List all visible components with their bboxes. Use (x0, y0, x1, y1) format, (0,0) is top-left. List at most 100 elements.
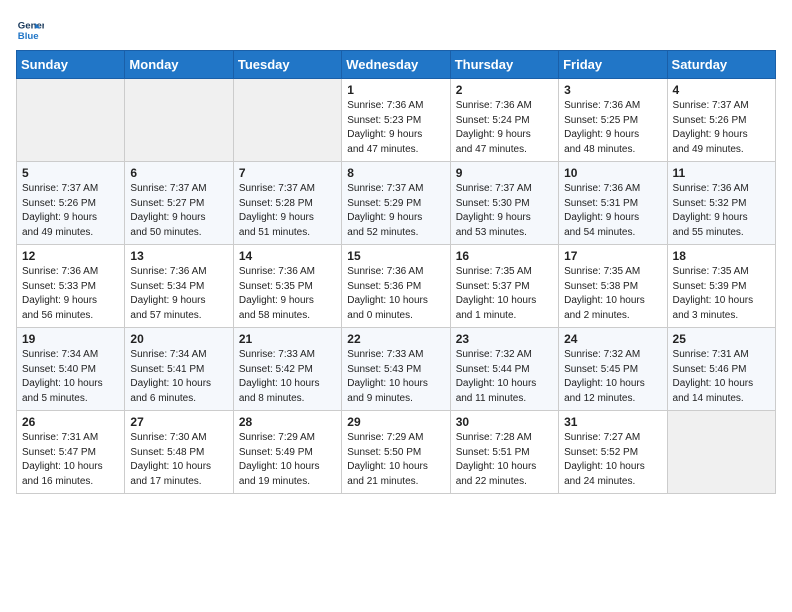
calendar-cell: 1 Sunrise: 7:36 AM Sunset: 5:23 PM Daylig… (342, 79, 450, 162)
calendar-cell: 10 Sunrise: 7:36 AM Sunset: 5:31 PM Dayli… (559, 162, 667, 245)
day-number: 28 (239, 415, 336, 429)
calendar-cell: 23 Sunrise: 7:32 AM Sunset: 5:44 PM Dayli… (450, 328, 558, 411)
day-info: Sunrise: 7:32 AM Sunset: 5:45 PM Dayligh… (564, 348, 661, 406)
weekday-header-saturday: Saturday (667, 51, 775, 79)
page-container: General Blue SundayMondayTuesdayWednesda… (0, 0, 792, 502)
weekday-header-thursday: Thursday (450, 51, 558, 79)
calendar-cell: 11Sunrise: 7:36 AM Sunset: 5:32 PM Dayli… (667, 162, 775, 245)
week-row-4: 19 Sunrise: 7:34 AM Sunset: 5:40 PM Dayli… (17, 328, 776, 411)
day-number: 29 (347, 415, 444, 429)
day-info: Sunrise: 7:37 AM Sunset: 5:27 PM Dayligh… (130, 182, 227, 240)
day-info: Sunrise: 7:37 AM Sunset: 5:28 PM Dayligh… (239, 182, 336, 240)
day-info: Sunrise: 7:32 AM Sunset: 5:44 PM Dayligh… (456, 348, 553, 406)
day-number: 5 (22, 166, 119, 180)
day-info: Sunrise: 7:36 AM Sunset: 5:33 PM Dayligh… (22, 265, 119, 323)
calendar-cell: 9 Sunrise: 7:37 AM Sunset: 5:30 PM Daylig… (450, 162, 558, 245)
day-info: Sunrise: 7:29 AM Sunset: 5:49 PM Dayligh… (239, 431, 336, 489)
day-info: Sunrise: 7:33 AM Sunset: 5:43 PM Dayligh… (347, 348, 444, 406)
day-info: Sunrise: 7:36 AM Sunset: 5:36 PM Dayligh… (347, 265, 444, 323)
logo-icon: General Blue (16, 16, 44, 44)
calendar-cell: 16 Sunrise: 7:35 AM Sunset: 5:37 PM Dayli… (450, 245, 558, 328)
day-number: 3 (564, 83, 661, 97)
day-number: 10 (564, 166, 661, 180)
page-header: General Blue (16, 16, 776, 44)
weekday-header-wednesday: Wednesday (342, 51, 450, 79)
calendar-cell: 21 Sunrise: 7:33 AM Sunset: 5:42 PM Dayli… (233, 328, 341, 411)
day-number: 25 (673, 332, 770, 346)
calendar-cell: 2 Sunrise: 7:36 AM Sunset: 5:24 PM Daylig… (450, 79, 558, 162)
week-row-1: 1 Sunrise: 7:36 AM Sunset: 5:23 PM Daylig… (17, 79, 776, 162)
day-number: 21 (239, 332, 336, 346)
calendar-cell: 17 Sunrise: 7:35 AM Sunset: 5:38 PM Dayli… (559, 245, 667, 328)
day-info: Sunrise: 7:34 AM Sunset: 5:41 PM Dayligh… (130, 348, 227, 406)
day-number: 13 (130, 249, 227, 263)
calendar-cell (125, 79, 233, 162)
calendar-cell (667, 411, 775, 494)
day-number: 26 (22, 415, 119, 429)
day-number: 15 (347, 249, 444, 263)
calendar-cell: 22Sunrise: 7:33 AM Sunset: 5:43 PM Dayli… (342, 328, 450, 411)
weekday-header-friday: Friday (559, 51, 667, 79)
day-number: 16 (456, 249, 553, 263)
day-number: 17 (564, 249, 661, 263)
calendar-cell: 31Sunrise: 7:27 AM Sunset: 5:52 PM Dayli… (559, 411, 667, 494)
day-info: Sunrise: 7:36 AM Sunset: 5:35 PM Dayligh… (239, 265, 336, 323)
day-number: 18 (673, 249, 770, 263)
calendar-cell: 7 Sunrise: 7:37 AM Sunset: 5:28 PM Daylig… (233, 162, 341, 245)
day-info: Sunrise: 7:36 AM Sunset: 5:24 PM Dayligh… (456, 99, 553, 157)
calendar-cell: 24 Sunrise: 7:32 AM Sunset: 5:45 PM Dayli… (559, 328, 667, 411)
calendar-cell: 14 Sunrise: 7:36 AM Sunset: 5:35 PM Dayli… (233, 245, 341, 328)
day-info: Sunrise: 7:35 AM Sunset: 5:37 PM Dayligh… (456, 265, 553, 323)
week-row-5: 26 Sunrise: 7:31 AM Sunset: 5:47 PM Dayli… (17, 411, 776, 494)
calendar-cell: 13Sunrise: 7:36 AM Sunset: 5:34 PM Dayli… (125, 245, 233, 328)
day-number: 24 (564, 332, 661, 346)
svg-text:Blue: Blue (18, 31, 39, 42)
day-info: Sunrise: 7:37 AM Sunset: 5:30 PM Dayligh… (456, 182, 553, 240)
week-row-2: 5Sunrise: 7:37 AM Sunset: 5:26 PM Daylig… (17, 162, 776, 245)
weekday-header-tuesday: Tuesday (233, 51, 341, 79)
day-number: 1 (347, 83, 444, 97)
day-info: Sunrise: 7:35 AM Sunset: 5:38 PM Dayligh… (564, 265, 661, 323)
calendar-cell: 28 Sunrise: 7:29 AM Sunset: 5:49 PM Dayli… (233, 411, 341, 494)
calendar-cell: 25 Sunrise: 7:31 AM Sunset: 5:46 PM Dayli… (667, 328, 775, 411)
calendar-cell: 27 Sunrise: 7:30 AM Sunset: 5:48 PM Dayli… (125, 411, 233, 494)
svg-text:General: General (18, 20, 44, 31)
day-info: Sunrise: 7:36 AM Sunset: 5:23 PM Dayligh… (347, 99, 444, 157)
day-number: 19 (22, 332, 119, 346)
day-info: Sunrise: 7:37 AM Sunset: 5:29 PM Dayligh… (347, 182, 444, 240)
day-info: Sunrise: 7:31 AM Sunset: 5:47 PM Dayligh… (22, 431, 119, 489)
logo: General Blue (16, 16, 44, 44)
calendar-cell: 5Sunrise: 7:37 AM Sunset: 5:26 PM Daylig… (17, 162, 125, 245)
day-info: Sunrise: 7:30 AM Sunset: 5:48 PM Dayligh… (130, 431, 227, 489)
day-info: Sunrise: 7:27 AM Sunset: 5:52 PM Dayligh… (564, 431, 661, 489)
calendar-cell: 3 Sunrise: 7:36 AM Sunset: 5:25 PM Daylig… (559, 79, 667, 162)
calendar-cell (17, 79, 125, 162)
day-info: Sunrise: 7:33 AM Sunset: 5:42 PM Dayligh… (239, 348, 336, 406)
week-row-3: 12 Sunrise: 7:36 AM Sunset: 5:33 PM Dayli… (17, 245, 776, 328)
calendar-cell: 15 Sunrise: 7:36 AM Sunset: 5:36 PM Dayli… (342, 245, 450, 328)
day-number: 30 (456, 415, 553, 429)
weekday-header-sunday: Sunday (17, 51, 125, 79)
day-number: 23 (456, 332, 553, 346)
calendar-table: SundayMondayTuesdayWednesdayThursdayFrid… (16, 50, 776, 494)
weekday-header-monday: Monday (125, 51, 233, 79)
calendar-cell: 12 Sunrise: 7:36 AM Sunset: 5:33 PM Dayli… (17, 245, 125, 328)
day-number: 2 (456, 83, 553, 97)
day-info: Sunrise: 7:36 AM Sunset: 5:25 PM Dayligh… (564, 99, 661, 157)
day-info: Sunrise: 7:29 AM Sunset: 5:50 PM Dayligh… (347, 431, 444, 489)
day-info: Sunrise: 7:34 AM Sunset: 5:40 PM Dayligh… (22, 348, 119, 406)
calendar-cell: 20 Sunrise: 7:34 AM Sunset: 5:41 PM Dayli… (125, 328, 233, 411)
weekday-header-row: SundayMondayTuesdayWednesdayThursdayFrid… (17, 51, 776, 79)
day-number: 27 (130, 415, 227, 429)
calendar-cell: 26 Sunrise: 7:31 AM Sunset: 5:47 PM Dayli… (17, 411, 125, 494)
day-info: Sunrise: 7:31 AM Sunset: 5:46 PM Dayligh… (673, 348, 770, 406)
day-info: Sunrise: 7:36 AM Sunset: 5:31 PM Dayligh… (564, 182, 661, 240)
day-number: 9 (456, 166, 553, 180)
day-number: 7 (239, 166, 336, 180)
day-number: 20 (130, 332, 227, 346)
day-number: 12 (22, 249, 119, 263)
day-number: 6 (130, 166, 227, 180)
calendar-cell (233, 79, 341, 162)
day-number: 14 (239, 249, 336, 263)
day-info: Sunrise: 7:28 AM Sunset: 5:51 PM Dayligh… (456, 431, 553, 489)
